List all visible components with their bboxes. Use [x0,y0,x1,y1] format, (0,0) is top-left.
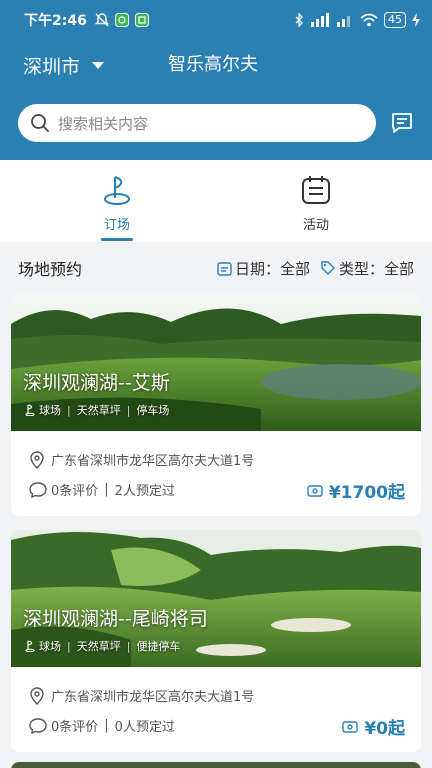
tab-booking[interactable]: 订场 [57,160,177,242]
course-tag: 停车场 [136,404,170,417]
price-text: ¥0起 [364,719,405,739]
search-placeholder: 搜索相关内容 [58,114,149,133]
course-photo: 深圳观澜湖--艾斯 球场 | 天然草坪 | 停车场 [11,294,421,431]
comment-icon [29,717,47,734]
booking-count: 0人预定过 [114,720,175,735]
course-card[interactable]: 深圳观澜湖--尾崎将司 球场 | 天然草坪 | 便捷停车 广东省深圳市龙华区高尔… [11,530,421,752]
app-notify-icon [134,13,149,27]
message-icon[interactable] [390,111,414,135]
course-photo: 深圳观澜湖--尾崎将司 球场 | 天然草坪 | 便捷停车 [11,530,421,667]
location-pin-icon [30,450,44,469]
location-pin-icon [30,686,44,705]
course-meta: 0条评价 | 0人预定过 [29,716,175,735]
calendar-icon [217,261,232,276]
active-tab-indicator [101,238,133,241]
ticket-icon [307,484,323,497]
price-text: ¥1700起 [328,483,405,503]
course-tags: 球场 | 天然草坪 | 停车场 [25,402,169,418]
review-count: 0条评价 [51,720,99,735]
wifi-icon [360,13,378,27]
course-address-text: 广东省深圳市龙华区高尔夫大道1号 [51,454,255,469]
ticket-icon [342,720,359,733]
date-filter[interactable]: 日期：全部 [217,258,310,279]
booking-count: 2人预定过 [114,484,175,499]
course-tag: 天然草坪 [76,404,121,417]
app-title: 智乐高尔夫 [168,54,258,75]
calendar-list-icon [302,176,330,204]
course-price: ¥1700起 [307,478,405,503]
course-tag: 天然草坪 [76,640,121,653]
next-course-card-peek[interactable] [11,762,421,768]
tab-booking-label: 订场 [103,218,130,233]
course-address-text: 广东省深圳市龙华区高尔夫大道1号 [51,690,255,705]
course-tag: 球场 [39,640,61,653]
comment-icon [29,481,47,498]
tab-activities[interactable]: 活动 [256,160,376,242]
search-bar[interactable]: 搜索相关内容 [18,104,376,142]
course-tag: 球场 [39,404,61,417]
tag-icon [321,261,335,275]
course-name: 深圳观澜湖--尾崎将司 [23,608,208,630]
bluetooth-icon [295,13,303,27]
signal-icon [311,13,329,27]
wechat-notify-icon [114,13,129,27]
course-tag: 便捷停车 [136,640,181,653]
signal-2-icon [337,16,350,27]
status-bar: 下午2:46 45 [0,0,432,40]
city-selector[interactable]: 深圳市 [23,52,105,79]
search-icon [31,114,49,132]
course-address: 广东省深圳市龙华区高尔夫大道1号 [29,450,254,469]
caret-down-icon [92,61,105,69]
city-label: 深圳市 [23,55,81,78]
section-title: 场地预约 [18,260,83,279]
course-name: 深圳观澜湖--艾斯 [23,372,170,394]
course-address: 广东省深圳市龙华区高尔夫大道1号 [29,686,254,705]
mute-icon [94,13,109,27]
golf-flag-small-icon [25,640,35,652]
app-header: 下午2:46 45 深圳市 智乐高尔夫 搜索相关内容 [0,0,432,160]
battery-indicator: 45 [384,12,406,28]
golf-flag-icon [104,176,130,205]
date-filter-label: 日期：全部 [234,259,310,278]
tab-bar: 订场 活动 [0,160,432,242]
type-filter[interactable]: 类型：全部 [320,258,414,279]
course-price: ¥0起 [342,714,405,739]
course-meta: 0条评价 | 2人预定过 [29,480,175,499]
section-header: 场地预约 日期：全部 类型：全部 [0,244,432,292]
tab-activities-label: 活动 [302,218,329,233]
review-count: 0条评价 [51,484,99,499]
status-time: 下午2:46 [24,13,87,29]
course-card[interactable]: 深圳观澜湖--艾斯 球场 | 天然草坪 | 停车场 广东省深圳市龙华区高尔夫大道… [11,294,421,516]
top-bar: 深圳市 智乐高尔夫 [0,40,432,90]
type-filter-label: 类型：全部 [338,259,414,278]
charging-icon [412,13,420,27]
course-tags: 球场 | 天然草坪 | 便捷停车 [25,638,180,654]
golf-flag-small-icon [25,404,35,416]
